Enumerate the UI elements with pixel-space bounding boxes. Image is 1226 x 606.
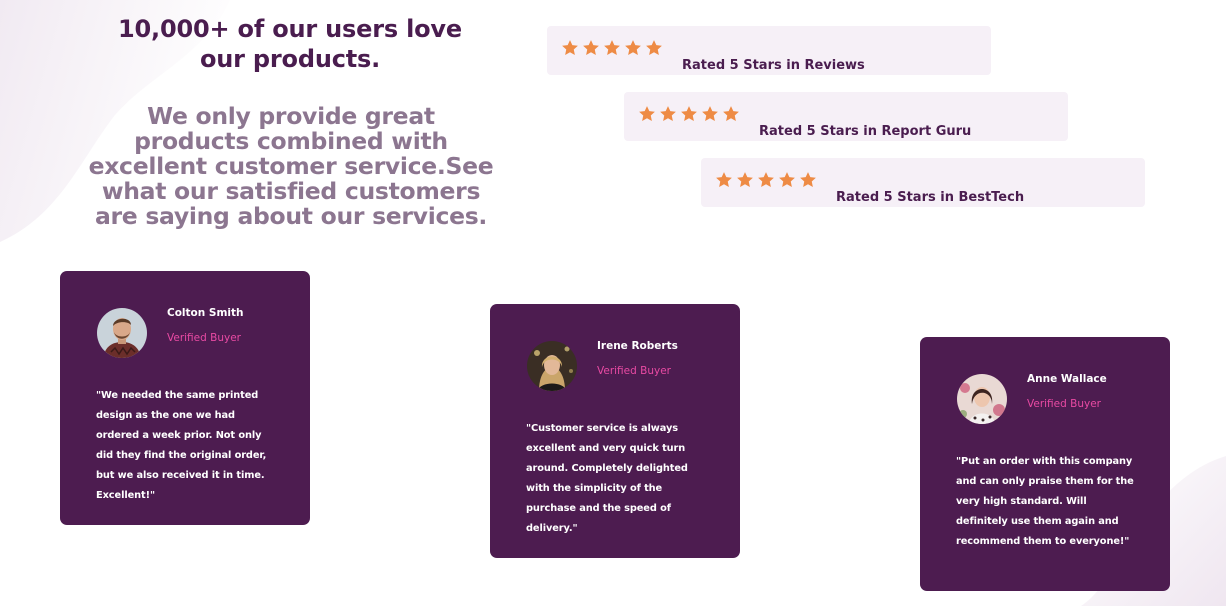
- star-icon: [716, 172, 732, 187]
- star-rating: [561, 39, 663, 57]
- star-rating: [715, 171, 817, 189]
- customer-name: Colton Smith: [167, 307, 244, 319]
- verified-buyer-badge: Verified Buyer: [167, 332, 241, 344]
- customer-name: Anne Wallace: [1027, 373, 1107, 385]
- star-icon: [702, 106, 718, 121]
- star-icon: [660, 106, 676, 121]
- star-rating: [638, 105, 740, 123]
- testimonial-card: Irene Roberts Verified Buyer "Customer s…: [490, 304, 740, 558]
- rating-label: Rated 5 Stars in Reviews: [682, 58, 865, 73]
- star-icon: [583, 40, 599, 55]
- star-icon: [646, 40, 662, 55]
- verified-buyer-badge: Verified Buyer: [1027, 398, 1101, 410]
- avatar-anne-wallace: [957, 374, 1007, 424]
- star-icon: [800, 172, 816, 187]
- star-icon: [758, 172, 774, 187]
- rating-box-besttech: Rated 5 Stars in BestTech: [701, 158, 1145, 207]
- hero-description: We only provide great products combined …: [88, 102, 494, 230]
- rating-label: Rated 5 Stars in Report Guru: [759, 124, 972, 139]
- testimonial-quote: "Customer service is always excellent an…: [526, 423, 688, 534]
- star-icon: [681, 106, 697, 121]
- verified-buyer-badge: Verified Buyer: [597, 365, 671, 377]
- hero-title: 10,000+ of our users love our products.: [118, 15, 462, 73]
- star-icon: [737, 172, 753, 187]
- star-icon: [625, 40, 641, 55]
- star-icon: [639, 106, 655, 121]
- rating-box-report-guru: Rated 5 Stars in Report Guru: [624, 92, 1068, 141]
- testimonial-card: Colton Smith Verified Buyer "We needed t…: [60, 271, 310, 525]
- testimonial-quote: "Put an order with this company and can …: [956, 456, 1134, 547]
- testimonial-quote: "We needed the same printed design as th…: [96, 390, 267, 501]
- testimonial-card: Anne Wallace Verified Buyer "Put an orde…: [920, 337, 1170, 591]
- rating-box-reviews: Rated 5 Stars in Reviews: [547, 26, 991, 75]
- avatar-colton-smith: [97, 308, 147, 358]
- star-icon: [723, 106, 739, 121]
- avatar-irene-roberts: [527, 341, 577, 391]
- customer-name: Irene Roberts: [597, 340, 678, 352]
- star-icon: [604, 40, 620, 55]
- rating-label: Rated 5 Stars in BestTech: [836, 190, 1025, 205]
- star-icon: [562, 40, 578, 55]
- star-icon: [779, 172, 795, 187]
